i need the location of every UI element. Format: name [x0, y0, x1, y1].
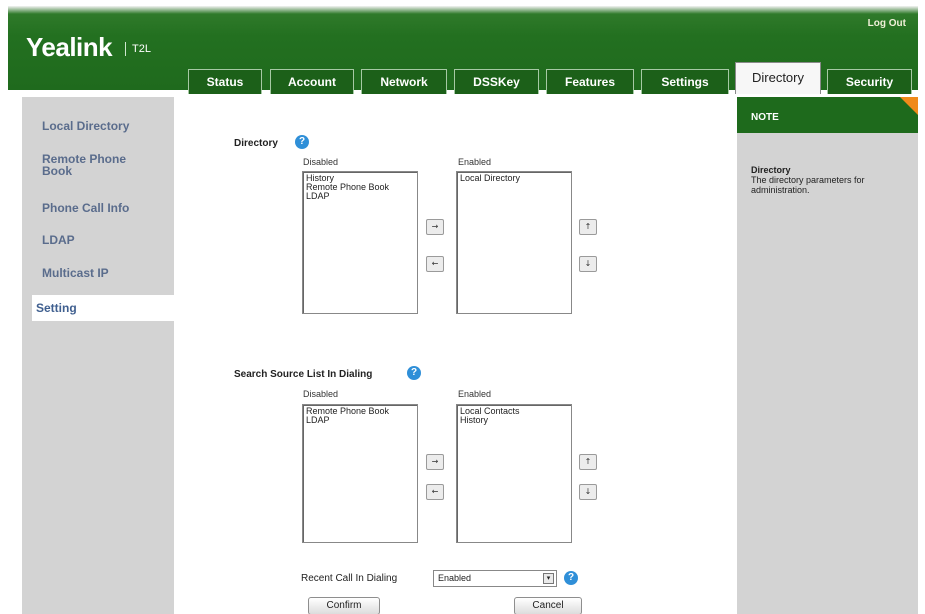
sidebar-item-remote-phone-book[interactable]: Remote Phone Book — [42, 153, 142, 177]
sidebar-item-ldap[interactable]: LDAP — [42, 234, 172, 246]
cancel-button[interactable]: Cancel — [514, 597, 582, 614]
directory-help-icon[interactable]: ? — [295, 135, 309, 149]
recent-call-help-icon[interactable]: ? — [564, 571, 578, 585]
sidebar-item-multicast-ip[interactable]: Multicast IP — [42, 267, 172, 279]
list-item[interactable]: History — [460, 416, 568, 425]
search-source-enabled-label: Enabled — [458, 389, 492, 399]
note-corner-tab — [900, 97, 918, 115]
search-source-disabled-list[interactable]: Remote Phone Book LDAP — [302, 404, 418, 543]
recent-call-select-value: Enabled — [438, 573, 472, 583]
note-title: NOTE — [751, 112, 779, 123]
logout-link[interactable]: Log Out — [868, 18, 906, 29]
directory-move-left-button[interactable]: ← — [426, 256, 444, 272]
main-content: Directory ? Disabled Enabled History Rem… — [174, 97, 737, 614]
brand-logo: Yealink — [26, 32, 113, 62]
search-source-move-down-button[interactable]: ↓ — [579, 484, 597, 500]
sidebar-item-local-directory[interactable]: Local Directory — [42, 120, 172, 132]
note-panel: NOTE Directory The directory parameters … — [737, 97, 918, 614]
note-heading: Directory — [751, 165, 791, 175]
directory-move-right-button[interactable]: → — [426, 219, 444, 235]
tab-network[interactable]: Network — [361, 69, 447, 94]
note-text: The directory parameters for administrat… — [751, 175, 865, 195]
list-item[interactable]: LDAP — [306, 192, 414, 201]
search-source-disabled-label: Disabled — [303, 389, 339, 399]
sidebar-item-setting[interactable]: Setting — [36, 302, 166, 314]
note-body: Directory The directory parameters for a… — [751, 165, 911, 195]
list-item[interactable]: LDAP — [306, 416, 414, 425]
search-source-enabled-list[interactable]: Local Contacts History — [456, 404, 572, 543]
model-label: T2L — [125, 42, 151, 56]
directory-title: Directory — [234, 138, 278, 149]
sidebar-item-phone-call-info[interactable]: Phone Call Info — [42, 202, 172, 214]
tab-account[interactable]: Account — [270, 69, 354, 94]
search-source-help-icon[interactable]: ? — [407, 366, 421, 380]
tab-security[interactable]: Security — [827, 69, 912, 94]
search-source-move-left-button[interactable]: ← — [426, 484, 444, 500]
directory-move-up-button[interactable]: ↑ — [579, 219, 597, 235]
directory-disabled-list[interactable]: History Remote Phone Book LDAP — [302, 171, 418, 314]
web-ui-window: Yealink T2L Log Out Status Account Netwo… — [0, 0, 925, 614]
recent-call-select[interactable]: Enabled ▾ — [433, 570, 557, 587]
tab-directory[interactable]: Directory — [735, 62, 821, 94]
tab-settings[interactable]: Settings — [641, 69, 729, 94]
confirm-button[interactable]: Confirm — [308, 597, 380, 614]
sidebar: Local Directory Remote Phone Book Phone … — [22, 97, 176, 614]
directory-disabled-label: Disabled — [303, 157, 339, 167]
tab-status[interactable]: Status — [188, 69, 262, 94]
chevron-down-icon: ▾ — [543, 573, 554, 584]
recent-call-label: Recent Call In Dialing — [301, 573, 398, 584]
tab-features[interactable]: Features — [546, 69, 634, 94]
tab-dsskey[interactable]: DSSKey — [454, 69, 539, 94]
directory-enabled-list[interactable]: Local Directory — [456, 171, 572, 314]
directory-enabled-label: Enabled — [458, 157, 492, 167]
list-item[interactable]: Local Directory — [460, 174, 568, 183]
directory-move-down-button[interactable]: ↓ — [579, 256, 597, 272]
search-source-title: Search Source List In Dialing — [234, 369, 373, 380]
search-source-move-up-button[interactable]: ↑ — [579, 454, 597, 470]
note-header: NOTE — [737, 97, 918, 133]
search-source-move-right-button[interactable]: → — [426, 454, 444, 470]
header-bar: Yealink T2L Log Out Status Account Netwo… — [8, 6, 918, 94]
